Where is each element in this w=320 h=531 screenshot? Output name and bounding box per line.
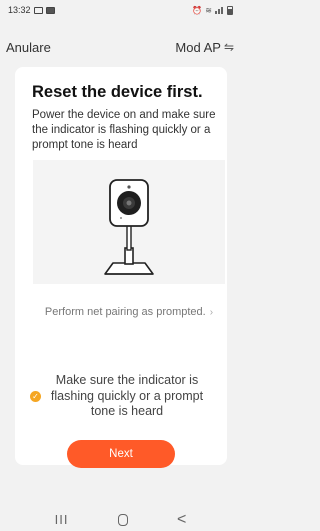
signal-icon — [215, 6, 224, 14]
cancel-button[interactable]: Anulare — [6, 40, 51, 55]
page-title: Reset the device first. — [32, 83, 203, 101]
confirm-checkbox-row[interactable]: ✓ Make sure the indicator is flashing qu… — [30, 373, 220, 420]
recent-apps-button[interactable]: III — [55, 512, 69, 527]
status-bar: 13:32 ⏰ ≋ — [0, 0, 241, 20]
status-right: ⏰ ≋ — [192, 5, 233, 15]
battery-icon — [227, 5, 233, 15]
chevron-right-icon: › — [209, 306, 214, 318]
camera-illustration — [33, 160, 225, 284]
status-time: 13:32 — [8, 5, 31, 15]
confirm-text: Make sure the indicator is flashing quic… — [50, 373, 204, 418]
top-nav: Anulare Mod AP ⇋ — [0, 36, 241, 58]
gallery-notification-icon — [33, 6, 43, 14]
net-pairing-label: Perform net pairing as prompted. — [44, 306, 206, 318]
swap-icon: ⇋ — [223, 40, 234, 54]
status-left: 13:32 — [8, 5, 55, 15]
system-navbar: III < — [0, 508, 241, 531]
check-icon[interactable]: ✓ — [30, 390, 41, 402]
ap-mode-label: Mod AP — [175, 39, 221, 55]
home-button[interactable] — [117, 513, 128, 526]
back-button[interactable]: < — [177, 511, 186, 529]
reset-card: Reset the device first. Power the device… — [15, 67, 227, 468]
next-button[interactable]: Next — [67, 440, 175, 468]
ap-mode-button[interactable]: Mod AP ⇋ — [175, 40, 234, 55]
reset-description: Power the device on and make sure the in… — [32, 109, 216, 151]
camera-icon — [104, 179, 154, 275]
net-pairing-link[interactable]: Perform net pairing as prompted. › — [33, 306, 225, 318]
alarm-icon: ⏰ — [192, 5, 203, 15]
app-notification-icon — [45, 6, 55, 14]
wifi-icon: ≋ — [205, 5, 212, 15]
